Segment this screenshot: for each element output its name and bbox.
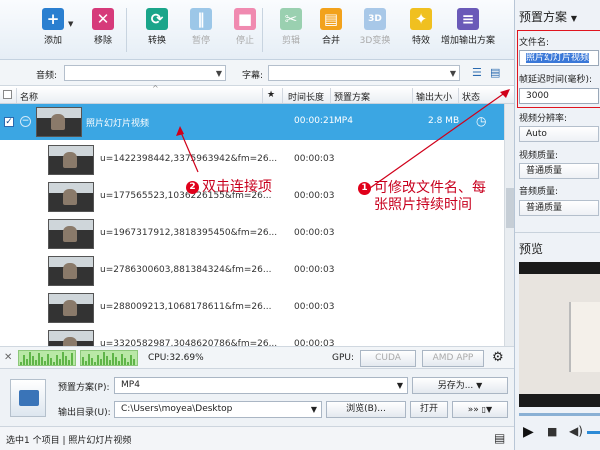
profile-select[interactable]: MP4 ▼: [114, 377, 408, 394]
status-bar: 选中1 个项目 | 照片幻灯片视频 ▤: [0, 426, 514, 450]
cpu-usage: CPU:32.69%: [148, 353, 204, 363]
more-options-button[interactable]: »» ▯▼: [452, 401, 508, 418]
cpu-graph: [18, 350, 76, 366]
status-text: 选中1 个项目 | 照片幻灯片视频: [6, 436, 132, 446]
cpu-graph: [80, 350, 138, 366]
chevron-down-icon: ▼: [396, 381, 403, 390]
gpu-label: GPU:: [332, 353, 355, 363]
annotation-two: 2 双击连接项: [186, 176, 272, 196]
browse-button[interactable]: 浏览(B)...: [326, 401, 406, 418]
open-button[interactable]: 打开: [410, 401, 448, 418]
film-icon: [10, 379, 46, 417]
cuda-button[interactable]: CUDA: [360, 350, 416, 367]
chevron-down-icon: ▼: [310, 405, 317, 414]
close-icon[interactable]: ✕: [4, 352, 12, 363]
log-icon[interactable]: ▤: [494, 431, 505, 445]
output-panel: 预置方案(P): MP4 ▼ 另存为... ▼ 输出目录(U): C:\Users…: [0, 368, 514, 426]
annotation-one: 1 可修改文件名、每 张照片持续时间: [358, 180, 486, 214]
cpu-status-bar: ✕ CPU:32.69% GPU: CUDA AMD APP ⚙: [0, 346, 514, 368]
chevron-down-icon: ▼: [476, 381, 483, 390]
amd-app-button[interactable]: AMD APP: [422, 350, 484, 367]
profile-label: 预置方案(P):: [58, 383, 110, 393]
output-dir-label: 输出目录(U):: [58, 408, 111, 418]
output-dir-select[interactable]: C:\Users\moyea\Desktop ▼: [114, 401, 322, 418]
gear-icon[interactable]: ⚙: [492, 350, 504, 365]
save-as-button[interactable]: 另存为... ▼: [412, 377, 508, 394]
